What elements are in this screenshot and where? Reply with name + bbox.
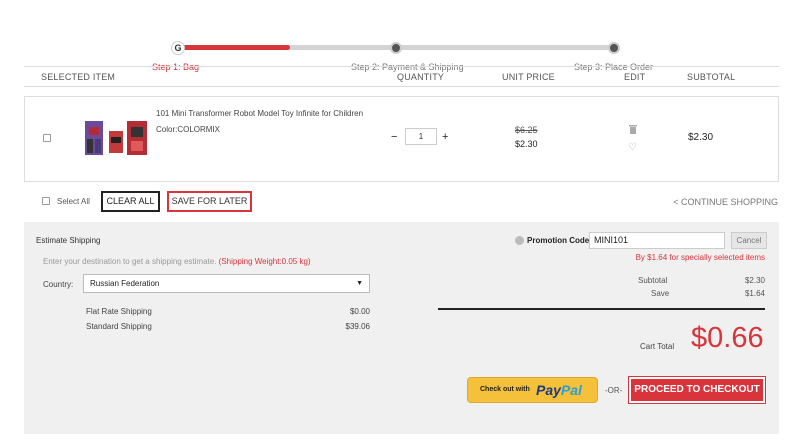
quantity-input[interactable]: 1 bbox=[405, 128, 437, 145]
checkout-progress: G Step 1: Bag Step 2: Payment & Shipping… bbox=[0, 20, 800, 72]
select-all-checkbox[interactable] bbox=[42, 197, 50, 205]
country-value: Russian Federation bbox=[90, 279, 160, 288]
item-subtotal: $2.30 bbox=[688, 132, 714, 143]
continue-shopping-link[interactable]: < CONTINUE SHOPPING bbox=[673, 197, 778, 207]
shipping-option-price: $0.00 bbox=[349, 307, 370, 316]
summary-subtotal-value: $2.30 bbox=[744, 276, 765, 285]
header-quantity: QUANTITY bbox=[397, 72, 445, 82]
item-checkbox[interactable] bbox=[43, 134, 51, 142]
cart-table-header: SELECTED ITEM QUANTITY UNIT PRICE EDIT S… bbox=[24, 66, 779, 87]
promo-discount-note: By $1.64 for specially selected items bbox=[635, 253, 765, 262]
header-selected-item: SELECTED ITEM bbox=[41, 72, 116, 82]
summary-divider bbox=[438, 308, 765, 310]
dropdown-arrow-icon: ▼ bbox=[356, 280, 363, 287]
quantity-decrease-button[interactable]: − bbox=[391, 131, 397, 143]
cart-summary-panel: Estimate Shipping Enter your destination… bbox=[24, 222, 779, 434]
step-1-pin: G bbox=[171, 41, 185, 55]
promo-info-icon bbox=[515, 236, 524, 245]
item-original-price: $6.25 bbox=[515, 125, 538, 135]
save-for-later-button[interactable]: SAVE FOR LATER bbox=[167, 191, 252, 212]
item-title[interactable]: 101 Mini Transformer Robot Model Toy Inf… bbox=[156, 109, 363, 118]
shipping-option-name: Standard Shipping bbox=[86, 322, 152, 331]
select-all-label[interactable]: Select All bbox=[57, 197, 90, 206]
cart-item-row: 101 Mini Transformer Robot Model Toy Inf… bbox=[24, 96, 779, 182]
shipping-option: Standard Shipping $39.06 bbox=[86, 322, 370, 331]
shipping-option-name: Flat Rate Shipping bbox=[86, 307, 152, 316]
cart-total-label: Cart Total bbox=[640, 342, 675, 351]
cart-total-value: $0.66 bbox=[691, 322, 764, 354]
heart-icon[interactable]: ♡ bbox=[628, 143, 637, 153]
header-subtotal: SUBTOTAL bbox=[687, 72, 736, 82]
paypal-logo-pal: Pal bbox=[560, 382, 582, 398]
product-thumbnail[interactable] bbox=[81, 117, 151, 159]
promo-code-label: Promotion Code: bbox=[527, 236, 592, 245]
quantity-increase-button[interactable]: + bbox=[442, 131, 448, 143]
trash-icon[interactable] bbox=[629, 125, 637, 134]
shipping-option: Flat Rate Shipping $0.00 bbox=[86, 307, 370, 316]
step-3-pin bbox=[608, 42, 620, 54]
paypal-logo: PayPal bbox=[536, 382, 582, 398]
paypal-prefix: Check out with bbox=[480, 386, 530, 393]
country-select[interactable]: Russian Federation ▼ bbox=[83, 274, 370, 293]
shipping-weight: (Shipping Weight:0.05 kg) bbox=[218, 257, 311, 266]
proceed-to-checkout-button[interactable]: PROCEED TO CHECKOUT bbox=[628, 376, 766, 404]
item-unit-price: $2.30 bbox=[515, 139, 538, 149]
promo-code-input[interactable]: MINI101 bbox=[589, 232, 725, 249]
or-separator: -OR- bbox=[605, 386, 623, 395]
paypal-checkout-button[interactable]: Check out with PayPal bbox=[467, 377, 598, 403]
item-color: Color:COLORMIX bbox=[156, 125, 221, 134]
paypal-logo-pay: Pay bbox=[536, 382, 561, 398]
step-2-pin bbox=[390, 42, 402, 54]
summary-save-label: Save bbox=[651, 289, 670, 298]
estimate-shipping-hint: Enter your destination to get a shipping… bbox=[43, 257, 311, 266]
header-unit-price: UNIT PRICE bbox=[502, 72, 555, 82]
summary-subtotal-label: Subtotal bbox=[638, 276, 668, 285]
country-label: Country: bbox=[43, 280, 74, 289]
header-edit: EDIT bbox=[624, 72, 646, 82]
estimate-hint-text: Enter your destination to get a shipping… bbox=[43, 257, 217, 266]
summary-save-value: $1.64 bbox=[744, 289, 765, 298]
clear-all-button[interactable]: CLEAR ALL bbox=[101, 191, 160, 212]
shipping-option-price: $39.06 bbox=[345, 322, 370, 331]
progress-fill bbox=[176, 45, 290, 50]
promo-cancel-button[interactable]: Cancel bbox=[731, 232, 767, 249]
estimate-shipping-title: Estimate Shipping bbox=[36, 236, 101, 245]
